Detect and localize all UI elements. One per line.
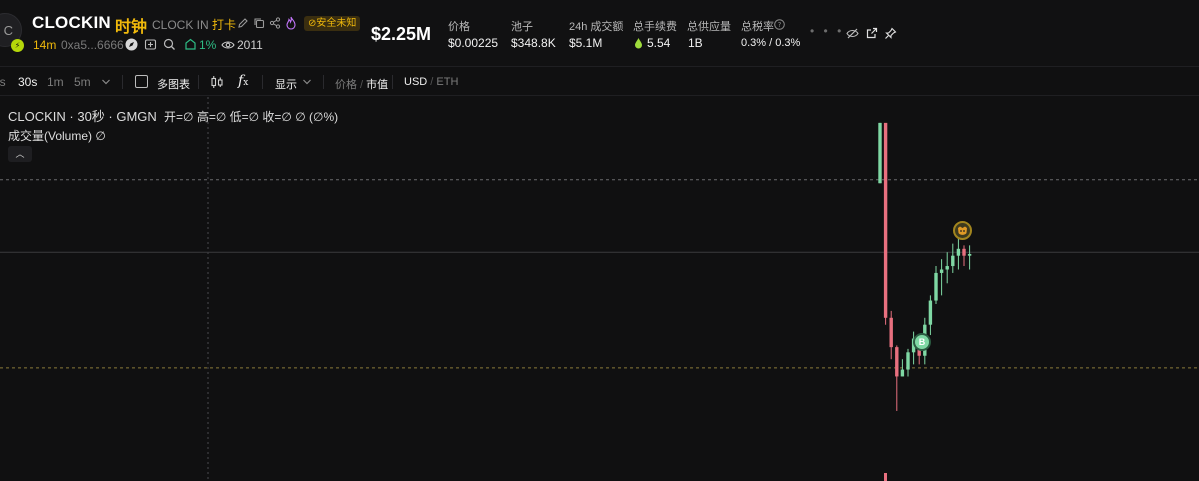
share-icon[interactable]: [269, 17, 281, 29]
candle-body: [878, 122, 882, 184]
token-symbol: CLOCKIN: [32, 13, 111, 32]
edit-icon[interactable]: [237, 17, 249, 29]
chart-legend-title: CLOCKIN · 30秒 · GMGN: [8, 109, 157, 124]
toolbar-divider: [198, 75, 199, 89]
candle-body: [939, 269, 944, 273]
toolbar-divider: [392, 75, 393, 89]
avatar-text: C: [3, 22, 13, 38]
candle-body: [906, 352, 910, 370]
interval-30s[interactable]: 30s: [18, 75, 37, 89]
candle-body: [962, 248, 966, 256]
price-mode-toggle[interactable]: 价格 / 市值: [335, 76, 388, 92]
rocket-icon: ⚡: [11, 39, 24, 52]
tax-rate-label: 总税率: [741, 21, 774, 33]
total-supply-label: 总供应量: [687, 21, 731, 33]
toolbar-divider: [122, 75, 123, 89]
interval-5s[interactable]: 5s: [0, 75, 6, 89]
currency-toggle[interactable]: USD / ETH: [404, 76, 458, 88]
view-count: 2011: [237, 38, 263, 52]
total-fees-value: 5.54: [647, 36, 671, 50]
website-icon[interactable]: [125, 38, 138, 51]
community-icon[interactable]: [144, 38, 157, 51]
market-cap-value: $2.25M: [371, 24, 432, 44]
multi-chart-label[interactable]: 多图表: [157, 76, 190, 92]
mcap-mode-label[interactable]: 市值: [366, 79, 388, 91]
price-label: 价格: [448, 21, 470, 33]
fire-icon[interactable]: [285, 16, 297, 30]
currency-usd[interactable]: USD: [404, 76, 427, 88]
total-supply-value: 1B: [688, 36, 703, 50]
token-full-name: CLOCK IN 打卡: [152, 16, 236, 33]
candle-body: [945, 266, 949, 270]
more-icon[interactable]: • • •: [810, 24, 844, 38]
token-cn-name: 时钟: [115, 19, 148, 36]
price-mode-label[interactable]: 价格: [335, 79, 357, 91]
chevron-down-icon[interactable]: [101, 78, 111, 86]
currency-eth[interactable]: ETH: [436, 76, 458, 88]
tax-rate-value: 0.3% / 0.3%: [741, 37, 801, 49]
top10-holders-pct: 1%: [199, 38, 217, 52]
external-link-icon[interactable]: [866, 27, 878, 39]
candle-body: [928, 300, 933, 325]
chevron-up-icon[interactable]: ︿: [8, 146, 32, 162]
display-chevron-down-icon[interactable]: [302, 78, 312, 86]
pool-value: $348.8K: [511, 36, 556, 50]
fee-drop-icon: [635, 38, 642, 49]
volume-bar: [884, 473, 887, 481]
dev-avatar-icon[interactable]: [953, 221, 972, 240]
candlestick-chart[interactable]: [0, 97, 1199, 481]
candle-body: [900, 369, 905, 377]
hide-icon[interactable]: [846, 28, 859, 39]
toolbar-divider: [323, 75, 324, 89]
candle-body: [883, 122, 888, 318]
candle-body: [895, 347, 899, 377]
interval-1m[interactable]: 1m: [47, 75, 64, 89]
chart-legend-ohlc: 开=∅ 高=∅ 低=∅ 收=∅ ∅ (∅%): [164, 110, 339, 124]
candle-body: [889, 317, 893, 348]
token-full-name-text: CLOCK IN: [152, 18, 209, 32]
volume-24h-value: $5.1M: [569, 36, 603, 50]
copy-icon[interactable]: [253, 17, 265, 29]
toolbar-divider: [262, 75, 263, 89]
pin-icon[interactable]: [884, 27, 897, 40]
volume-24h-label: 24h 成交额: [569, 21, 624, 33]
candle-body: [934, 272, 938, 301]
safety-status-badge[interactable]: ⊘安全未知: [304, 16, 361, 31]
price-value: $0.00225: [448, 36, 499, 50]
volume-legend: 成交量(Volume) ∅: [8, 129, 106, 143]
interval-5m[interactable]: 5m: [74, 75, 91, 89]
token-tag: 打卡: [212, 18, 237, 32]
eye-icon: [221, 41, 235, 49]
svg-text:?: ?: [778, 21, 782, 29]
contract-address[interactable]: 0xa5...6666: [61, 38, 124, 52]
chart-legend: CLOCKIN · 30秒 · GMGN 开=∅ 高=∅ 低=∅ 收=∅ ∅ (…: [8, 106, 338, 125]
candle-body: [967, 253, 972, 256]
chart-toolbar: 5s 30s 1m 5m 多图表 fx 显示 价格 / 市值 USD / ETH: [0, 66, 1199, 96]
token-header: C ⚡ CLOCKIN 时钟 CLOCK IN 打卡 ⊘安全未知 14m 0xa…: [0, 0, 1199, 66]
price-chart[interactable]: CLOCKIN · 30秒 · GMGN 开=∅ 高=∅ 低=∅ 收=∅ ∅ (…: [0, 97, 1199, 481]
buy-marker[interactable]: B: [913, 333, 931, 351]
holders-icon: [185, 38, 196, 50]
total-fees-label: 总手续费: [633, 21, 677, 33]
pool-label: 池子: [511, 21, 533, 33]
info-icon[interactable]: ?: [774, 19, 785, 30]
candle-icon[interactable]: [210, 75, 224, 89]
search-icon[interactable]: [163, 38, 176, 51]
candle-body: [951, 255, 955, 267]
candle-body: [956, 248, 961, 256]
display-menu[interactable]: 显示: [275, 76, 297, 92]
token-age: 14m: [33, 38, 57, 52]
multi-chart-checkbox[interactable]: [135, 75, 148, 88]
formula-icon[interactable]: fx: [238, 73, 248, 89]
